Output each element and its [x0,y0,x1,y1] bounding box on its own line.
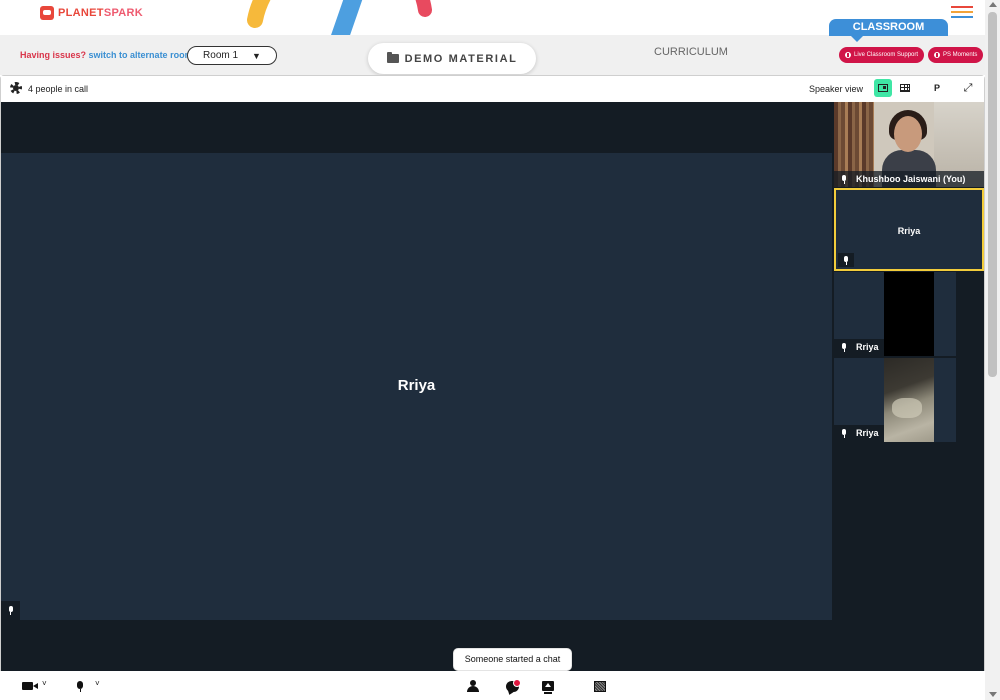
demo-material-button[interactable]: DEMO MATERIAL [368,43,536,74]
folder-icon [386,52,399,63]
participant-tile-4[interactable]: Rriya [834,358,956,442]
fullscreen-button[interactable]: ⤢ [959,79,977,97]
video-person-face [894,116,922,152]
scrollbar-thumb[interactable] [988,12,997,377]
whiteboard-icon [594,680,606,692]
settings-gear-icon[interactable] [10,82,22,94]
scroll-down-arrow-icon[interactable] [988,692,997,697]
participant-video-feed [884,358,934,442]
microphone-icon [843,255,849,265]
people-count: 4 people in call [28,84,89,94]
grid-view-icon [900,84,910,92]
p-button[interactable]: P [928,79,946,97]
call-controls-bar [0,671,985,700]
participant-video-feed [884,272,934,356]
participant-tile-active[interactable]: Rriya [834,188,984,271]
camera-toggle-button[interactable]: ˅ [22,676,47,696]
chevron-down-icon[interactable]: ˅ [42,679,47,688]
issues-notice: Having issues? switch to alternate room [20,50,193,60]
participant-tile-self[interactable]: Khushboo Jaiswani (You) [834,102,984,187]
participant-tile-3[interactable]: Rriya [834,272,956,356]
curriculum-tab[interactable]: CURRICULUM [654,46,728,58]
participant-mic-indicator [838,341,850,354]
expand-icon: ⤢ [963,81,973,94]
scroll-up-arrow-icon[interactable] [988,2,997,7]
alternate-room-link[interactable]: switch to alternate room [89,50,193,60]
video-camera-icon [22,682,38,690]
microphone-icon [841,429,847,438]
moments-icon [934,52,940,58]
classroom-page: PLANETSPARK CLASSROOM Having issues? swi… [0,0,1000,700]
main-speaker-mic-indicator [1,601,20,620]
demo-material-label: DEMO MATERIAL [404,52,518,65]
room-select-value: Room 1 [203,50,239,61]
hamburger-line-3 [951,16,973,18]
participant-name: Rriya [856,342,879,352]
microphone-icon [8,606,14,615]
person-icon [467,680,479,692]
main-speaker-name: Rriya [397,377,436,394]
hamburger-menu-icon[interactable] [951,6,973,20]
participant-mic-indicator [836,171,852,187]
participants-button[interactable] [467,676,479,696]
grid-view-button[interactable] [896,79,914,97]
view-mode-label: Speaker view [809,84,864,94]
speaker-view-icon [878,84,888,92]
ps-moments-button[interactable]: PS Moments [928,47,984,63]
support-icon [845,52,851,58]
screen-share-icon [542,681,554,694]
caret-down-icon: ▼ [252,50,261,61]
hamburger-line-2 [951,11,973,13]
logo-mascot-icon [40,6,54,20]
microphone-icon [841,343,847,352]
live-support-button[interactable]: Live Classroom Support [839,47,925,63]
chat-unread-badge [513,679,521,687]
call-toolbar: 4 people in call Speaker view P ⤢ [1,76,984,102]
chat-notification-toast: Someone started a chat [453,648,572,671]
logo-text: PLANETSPARK [58,7,144,19]
planetspark-logo[interactable]: PLANETSPARK [40,6,143,20]
classroom-tab[interactable]: CLASSROOM [829,19,948,42]
speaker-view-button[interactable] [874,79,892,97]
whiteboard-button[interactable] [594,676,606,696]
participant-mic-indicator [838,253,854,267]
participant-name: Rriya [856,428,879,438]
microphone-icon [841,174,847,184]
live-support-label: Live Classroom Support [854,52,919,58]
microphone-icon [77,680,83,692]
chevron-down-icon[interactable]: ˅ [95,679,100,688]
microphone-toggle-button[interactable]: ˅ [77,676,100,696]
hamburger-line-1 [951,6,973,8]
participant-mic-indicator [838,427,850,440]
participant-name: Khushboo Jaiswani (You) [856,174,966,184]
ps-moments-label: PS Moments [943,52,978,58]
participant-name: Rriya [897,226,921,236]
screen-share-button[interactable] [542,676,554,696]
issues-text: Having issues? [20,50,87,60]
room-select[interactable]: Room 1 ▼ [187,46,277,65]
